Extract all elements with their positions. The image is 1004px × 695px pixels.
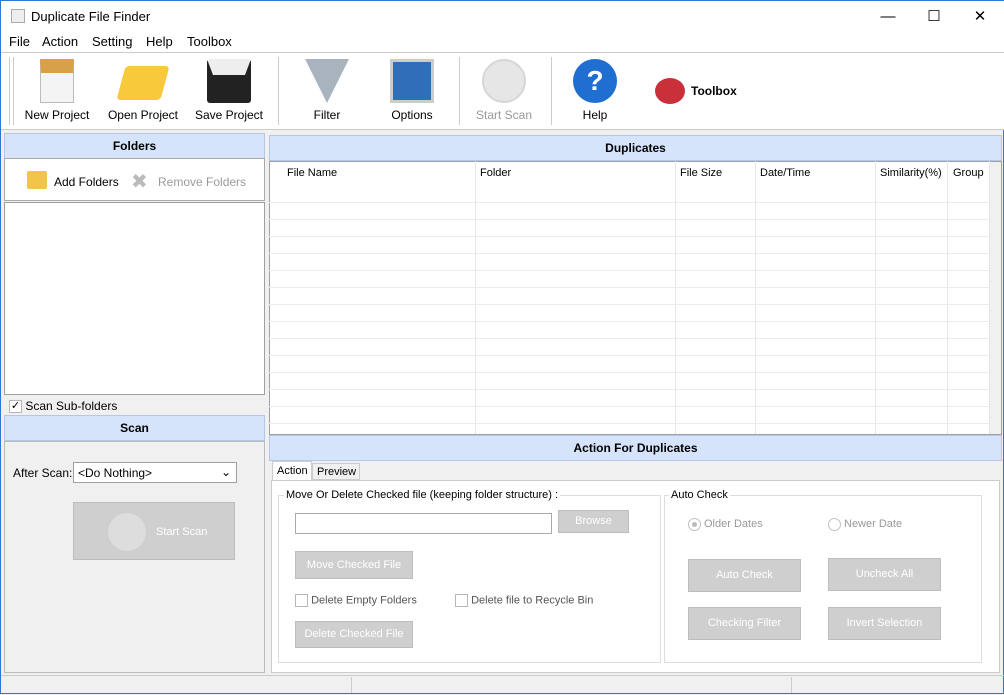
menu-help[interactable]: Help [146,34,173,49]
folders-list[interactable] [4,202,265,395]
duplicates-header: Duplicates [269,135,1002,161]
menu-toolbox[interactable]: Toolbox [187,34,232,49]
title-bar [1,1,1004,32]
folder-open-icon [116,66,170,100]
table-row-line [269,321,989,322]
folders-header: Folders [4,133,265,159]
column-folder[interactable]: Folder [480,167,511,179]
remove-icon: ✖ [131,171,148,193]
tab-preview[interactable]: Preview [312,463,360,480]
browse-button[interactable]: Browse [558,510,629,533]
save-project-button[interactable]: Save Project [189,56,269,126]
new-project-icon [40,59,74,103]
filter-icon [305,59,349,103]
newer-date-radio[interactable] [828,518,841,531]
table-row-line [269,304,989,305]
table-row-line [269,423,989,424]
options-gear-icon [390,59,434,103]
table-row-line [269,355,989,356]
add-folders-button[interactable]: Add Folders [54,175,119,189]
status-bar [1,675,1004,695]
destination-path-input[interactable] [295,513,552,534]
delete-checked-file-button[interactable]: Delete Checked File [295,621,413,648]
after-scan-label: After Scan: [13,466,73,480]
close-button[interactable]: ✕ [957,1,1003,32]
table-row-line [269,338,989,339]
action-header: Action For Duplicates [269,435,1002,461]
column-file-name[interactable]: File Name [287,167,337,179]
open-project-button[interactable]: Open Project [103,56,183,126]
scrollbar[interactable] [989,162,1001,434]
newer-date-label: Newer Date [844,518,903,530]
tab-action[interactable]: Action [272,461,312,480]
column-group[interactable]: Group [953,167,984,179]
table-row-line [269,202,989,203]
older-dates-label: Older Dates [704,518,763,530]
menu-file[interactable]: File [9,34,30,49]
play-icon [482,59,526,103]
scan-subfolders-checkbox[interactable]: ✓ Scan Sub-folders [9,399,117,414]
uncheck-all-button[interactable]: Uncheck All [828,558,941,591]
toolbox-icon [655,78,685,104]
minimize-button[interactable]: — [865,1,911,32]
invert-selection-button[interactable]: Invert Selection [828,607,941,640]
table-row-line [269,287,989,288]
help-button[interactable]: ? Help [555,56,635,126]
table-row-line [269,406,989,407]
table-row-line [269,372,989,373]
chevron-down-icon: ⌄ [220,465,231,479]
window-title: Duplicate File Finder [31,9,151,24]
checking-filter-button[interactable]: Checking Filter [688,607,801,640]
help-icon: ? [573,59,617,103]
table-row-line [269,253,989,254]
maximize-button[interactable]: ☐ [911,1,957,32]
options-button[interactable]: Options [372,56,452,126]
scan-header: Scan [4,415,265,441]
play-icon [108,513,146,551]
new-project-button[interactable]: New Project [17,56,97,126]
delete-empty-folders-checkbox[interactable]: Delete Empty Folders [295,594,417,607]
move-group-label: Move Or Delete Checked file (keeping fol… [284,489,561,501]
start-scan-button[interactable]: Start Scan [73,502,235,560]
add-folder-icon [27,171,47,189]
remove-folders-button[interactable]: Remove Folders [158,175,246,189]
column-similarity[interactable]: Similarity(%) [880,167,942,179]
app-icon [11,9,25,23]
filter-button[interactable]: Filter [287,56,367,126]
table-row-line [269,389,989,390]
menu-action[interactable]: Action [42,34,78,49]
save-icon [207,59,251,103]
column-date-time[interactable]: Date/Time [760,167,810,179]
table-row-line [269,270,989,271]
toolbox-button[interactable]: Toolbox [691,84,737,98]
older-dates-radio[interactable] [688,518,701,531]
move-checked-file-button[interactable]: Move Checked File [295,551,413,579]
table-row-line [269,236,989,237]
auto-check-button[interactable]: Auto Check [688,559,801,592]
auto-check-label: Auto Check [669,489,730,501]
column-file-size[interactable]: File Size [680,167,722,179]
menu-setting[interactable]: Setting [92,34,132,49]
recycle-bin-checkbox[interactable]: Delete file to Recycle Bin [455,594,593,607]
start-scan-toolbar-button[interactable]: Start Scan [464,56,544,126]
table-row-line [269,219,989,220]
after-scan-select[interactable]: <Do Nothing> ⌄ [73,462,237,483]
